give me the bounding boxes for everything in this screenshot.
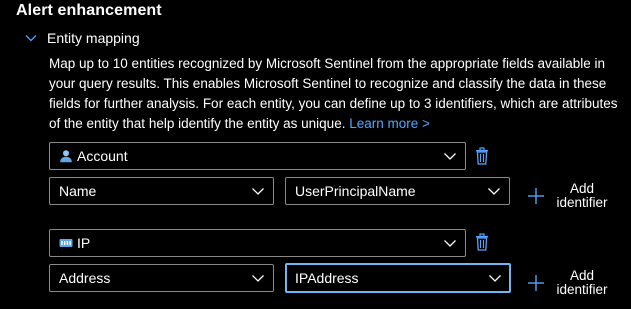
alert-enhancement-panel: Alert enhancement Entity mapping Map up …: [0, 0, 631, 309]
identifier-dropdown[interactable]: Address: [49, 264, 274, 292]
entity-type-value: Account: [77, 148, 128, 164]
chevron-down-icon: [444, 153, 456, 160]
plus-icon: [528, 188, 544, 204]
section-title: Alert enhancement: [16, 2, 162, 19]
add-identifier-button[interactable]: Add identifier: [527, 182, 611, 210]
chevron-down-icon: [252, 188, 264, 195]
chevron-down-icon: [489, 275, 501, 282]
identifier-value: Name: [59, 183, 97, 199]
column-dropdown[interactable]: UserPrincipalName: [285, 177, 510, 205]
account-icon: [60, 150, 72, 163]
entity-type-value: IP: [77, 235, 91, 251]
plus-icon: [528, 275, 544, 291]
chevron-down-icon: [444, 240, 456, 247]
column-dropdown[interactable]: IPAddress: [285, 263, 511, 293]
delete-entity-icon[interactable]: [474, 233, 490, 251]
identifier-dropdown[interactable]: Name: [49, 177, 274, 205]
entity-mapping-description: Map up to 10 entities recognized by Micr…: [49, 54, 624, 134]
chevron-down-icon: [252, 275, 264, 282]
column-value: UserPrincipalName: [295, 183, 416, 199]
entity-mapping-label: Entity mapping: [47, 30, 140, 46]
ip-icon: [59, 239, 73, 247]
add-identifier-label: Add identifier: [556, 268, 608, 297]
chevron-down-icon: [488, 188, 500, 195]
identifier-value: Address: [59, 270, 111, 286]
learn-more-link[interactable]: Learn more >: [349, 116, 430, 131]
add-identifier-label: Add identifier: [556, 181, 608, 210]
description-text: Map up to 10 entities recognized by Micr…: [49, 56, 618, 131]
delete-entity-icon[interactable]: [474, 147, 490, 165]
chevron-down-icon: [25, 35, 37, 42]
entity-type-dropdown[interactable]: Account: [49, 142, 466, 170]
add-identifier-button[interactable]: Add identifier: [527, 269, 611, 297]
entity-type-dropdown[interactable]: IP: [49, 229, 466, 257]
column-value: IPAddress: [295, 270, 359, 286]
entity-mapping-expander[interactable]: Entity mapping: [24, 30, 140, 46]
